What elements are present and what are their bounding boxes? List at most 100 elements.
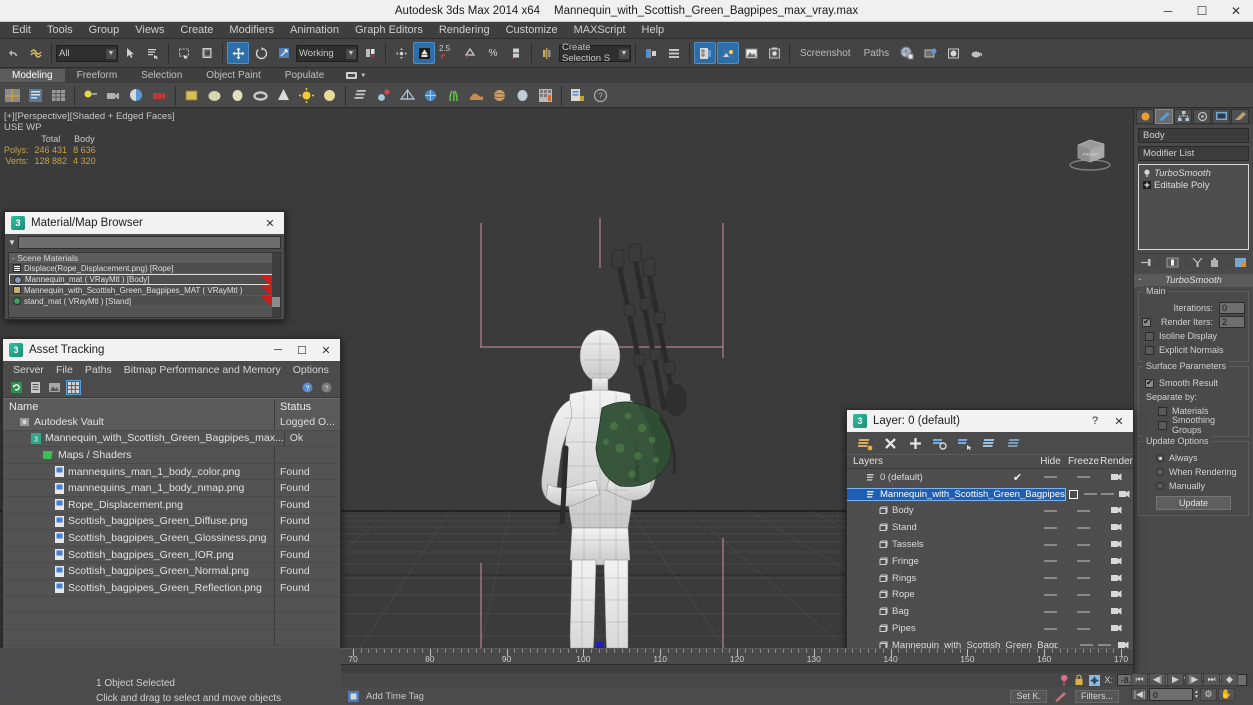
layer-hide-toggle[interactable] bbox=[1034, 627, 1067, 630]
expand-plus-icon[interactable] bbox=[1143, 181, 1151, 189]
remove-modifier-icon[interactable] bbox=[1208, 257, 1221, 268]
create-tab[interactable] bbox=[1136, 109, 1154, 124]
motion-tab[interactable] bbox=[1193, 109, 1211, 124]
material-list-scrollbar[interactable] bbox=[272, 253, 280, 317]
help-secondary-icon[interactable]: ? bbox=[319, 380, 334, 395]
torus-primitive-icon[interactable] bbox=[250, 85, 271, 106]
column-header-freeze[interactable]: Freeze bbox=[1067, 456, 1100, 467]
layer-freeze-toggle[interactable] bbox=[1067, 476, 1100, 479]
create-new-layer-icon[interactable] bbox=[857, 435, 873, 451]
configure-modifier-sets-icon[interactable] bbox=[1234, 257, 1247, 268]
target-light-icon[interactable] bbox=[126, 85, 147, 106]
layer-freeze-toggle[interactable] bbox=[1067, 543, 1100, 546]
lightbulb-icon[interactable] bbox=[1143, 169, 1151, 178]
asset-maximize-button[interactable]: ☐ bbox=[290, 340, 314, 360]
material-search-input[interactable] bbox=[17, 235, 281, 249]
grid-view-icon[interactable] bbox=[66, 380, 81, 395]
asset-minimize-button[interactable]: ─ bbox=[266, 340, 290, 360]
key-mode-icon[interactable] bbox=[1059, 674, 1070, 687]
vray-render-icon[interactable] bbox=[942, 42, 964, 64]
absolute-relative-mode-icon[interactable] bbox=[1088, 674, 1101, 687]
key-filters-pencil-icon[interactable] bbox=[1053, 690, 1069, 703]
undo-icon[interactable] bbox=[2, 42, 24, 64]
next-frame-icon[interactable]: |▶ bbox=[1185, 673, 1202, 686]
update-when-rendering-radio[interactable] bbox=[1156, 468, 1164, 476]
bitmap-view-icon[interactable] bbox=[47, 380, 62, 395]
time-configuration-icon[interactable]: ⚙ bbox=[1199, 688, 1217, 701]
modify-tab[interactable] bbox=[1155, 109, 1173, 124]
asset-menu-server[interactable]: Server bbox=[7, 363, 50, 377]
layer-hide-toggle[interactable] bbox=[1082, 493, 1099, 496]
table-row[interactable]: Scottish_bagpipes_Green_Diffuse.png Foun… bbox=[3, 513, 340, 531]
material-list[interactable]: - Scene Materials Displace(Rope_Displace… bbox=[8, 252, 281, 318]
layer-row[interactable]: 0 (default) ✔ bbox=[847, 469, 1133, 486]
modifier-stack-item-editable-poly[interactable]: Editable Poly bbox=[1141, 179, 1246, 191]
table-row[interactable]: 3 Mannequin_with_Scottish_Green_Bagpipes… bbox=[3, 430, 340, 448]
layer-current-check[interactable] bbox=[1065, 489, 1082, 499]
select-and-move-icon[interactable] bbox=[227, 42, 249, 64]
go-to-end-icon[interactable]: ⏭ bbox=[1203, 673, 1220, 686]
layer-manager-icon[interactable] bbox=[663, 42, 685, 64]
layer-hide-toggle[interactable] bbox=[1034, 593, 1067, 596]
render-frame-window-icon[interactable] bbox=[740, 42, 762, 64]
play-animation-icon[interactable]: ▶ bbox=[1167, 673, 1184, 686]
layer-freeze-toggle[interactable] bbox=[1067, 526, 1100, 529]
asset-menu-options[interactable]: Options bbox=[287, 363, 335, 377]
layer-freeze-toggle[interactable] bbox=[1067, 627, 1100, 630]
ribbon-tab-freeform[interactable]: Freeform bbox=[65, 69, 130, 82]
table-row[interactable]: Scottish_bagpipes_Green_IOR.png Found bbox=[3, 546, 340, 564]
highlight-selected-objects-icon[interactable] bbox=[957, 435, 973, 451]
help-icon[interactable]: ? bbox=[590, 85, 611, 106]
cone-primitive-icon[interactable] bbox=[273, 85, 294, 106]
previous-frame-icon[interactable]: ◀| bbox=[1149, 673, 1166, 686]
populate-crowd-icon[interactable] bbox=[535, 85, 556, 106]
layer-freeze-toggle[interactable] bbox=[1067, 610, 1100, 613]
modifier-list-dropdown[interactable]: Modifier List bbox=[1138, 146, 1249, 161]
object-name-field[interactable]: Body bbox=[1138, 128, 1249, 143]
pin-stack-icon[interactable] bbox=[1140, 257, 1153, 268]
teapot-preview-icon[interactable] bbox=[965, 42, 987, 64]
iterations-spinner[interactable]: 0 bbox=[1219, 302, 1245, 314]
set-key-button[interactable]: Set K. bbox=[1010, 689, 1047, 703]
modifier-stack-item-turbosmooth[interactable]: TurboSmooth bbox=[1141, 167, 1246, 179]
material-row[interactable]: stand_mat ( VRayMtl ) [Stand] bbox=[9, 296, 280, 307]
layer-row[interactable]: Mannequin_with_Scottish_Green_Bagpipes bbox=[847, 486, 1133, 503]
close-button[interactable]: ✕ bbox=[1219, 0, 1253, 22]
nurbs-surface-icon[interactable] bbox=[512, 85, 533, 106]
menu-item-rendering[interactable]: Rendering bbox=[431, 22, 498, 38]
object-properties-icon[interactable] bbox=[25, 85, 46, 106]
menu-item-maxscript[interactable]: MAXScript bbox=[566, 22, 634, 38]
mirror-icon[interactable] bbox=[536, 42, 558, 64]
update-always-radio[interactable] bbox=[1156, 454, 1164, 462]
layer-freeze-toggle[interactable] bbox=[1099, 493, 1116, 496]
menu-item-animation[interactable]: Animation bbox=[282, 22, 347, 38]
material-group-header[interactable]: - Scene Materials bbox=[9, 253, 280, 263]
table-row[interactable]: Scottish_bagpipes_Green_Reflection.png F… bbox=[3, 579, 340, 597]
material-row[interactable]: Mannequin_with_Scottish_Green_Bagpipes_M… bbox=[9, 285, 280, 296]
layer-hide-toggle[interactable] bbox=[1034, 610, 1067, 613]
menu-item-graph-editors[interactable]: Graph Editors bbox=[347, 22, 431, 38]
spinner-snap-toggle-icon[interactable] bbox=[459, 42, 481, 64]
column-header-status[interactable]: Status bbox=[275, 399, 340, 414]
delete-layer-icon[interactable] bbox=[882, 435, 898, 451]
select-link-icon[interactable] bbox=[25, 42, 47, 64]
render-iters-checkbox[interactable]: ✔ bbox=[1142, 317, 1151, 327]
current-frame-prev-icon[interactable]: |◀| bbox=[1131, 688, 1148, 701]
layer-hide-toggle[interactable] bbox=[1034, 476, 1067, 479]
column-header-layers[interactable]: Layers bbox=[847, 456, 1034, 467]
create-light-icon[interactable] bbox=[80, 85, 101, 106]
update-manually-row[interactable]: Manually bbox=[1142, 479, 1245, 493]
select-highlighted-objects-icon[interactable] bbox=[1007, 435, 1023, 451]
view-cube[interactable]: FRONT bbox=[1062, 133, 1118, 173]
layer-render-toggle[interactable] bbox=[1116, 490, 1133, 499]
hair-and-fur-icon[interactable] bbox=[443, 85, 464, 106]
layer-hide-toggle[interactable] bbox=[1034, 577, 1067, 580]
spinner-icon[interactable]: ▲ ▼ bbox=[1194, 689, 1199, 700]
use-pivot-point-center-icon[interactable] bbox=[359, 42, 381, 64]
space-warp-icon[interactable] bbox=[397, 85, 418, 106]
add-time-tag-label[interactable]: Add Time Tag bbox=[366, 691, 424, 702]
material-map-browser-dialog[interactable]: 3 Material/Map Browser ✕ ▼ - Scene Mater… bbox=[4, 211, 285, 320]
layer-table-body[interactable]: 0 (default) ✔ Mannequin_with_Scottish_Gr… bbox=[847, 469, 1133, 659]
schematic-view-icon[interactable] bbox=[567, 85, 588, 106]
asset-close-button[interactable]: ✕ bbox=[314, 340, 338, 360]
